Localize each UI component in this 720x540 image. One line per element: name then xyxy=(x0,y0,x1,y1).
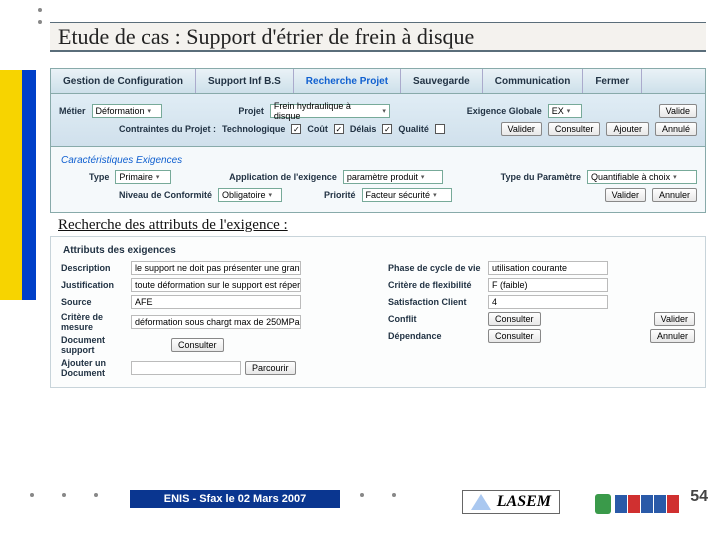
tech-checkbox[interactable]: ✓ xyxy=(291,124,301,134)
source-label: Source xyxy=(61,297,131,307)
subtitle: Recherche des attributs de l'exigence : xyxy=(58,217,706,234)
projet-label: Projet xyxy=(238,106,264,116)
justification-label: Justification xyxy=(61,280,131,290)
tech-label: Technologique xyxy=(222,124,285,134)
toolbar-item-fermer[interactable]: Fermer xyxy=(583,69,642,93)
flex-input[interactable]: F (faible) xyxy=(488,278,608,292)
dependance-consulter-button[interactable]: Consulter xyxy=(488,329,541,343)
conflit-label: Conflit xyxy=(388,314,488,324)
contraintes-label: Contraintes du Projet : xyxy=(119,124,216,134)
projet-panel: Métier Déformation Projet Frein hydrauli… xyxy=(50,94,706,147)
application-label: Application de l'exigence xyxy=(229,172,337,182)
attr-header: Attributs des exigences xyxy=(63,245,695,256)
partner-logos xyxy=(595,494,680,514)
attr-annuler-button[interactable]: Annuler xyxy=(650,329,695,343)
ajouterdoc-label: Ajouter un Document xyxy=(61,358,131,378)
toolbar-item-config[interactable]: Gestion de Configuration xyxy=(51,69,196,93)
conflit-consulter-button[interactable]: Consulter xyxy=(488,312,541,326)
slide-bullets-left xyxy=(38,8,45,32)
qualite-label: Qualité xyxy=(398,124,429,134)
footer-dots-right xyxy=(360,489,424,500)
annule-button[interactable]: Annulé xyxy=(655,122,697,136)
critere-label: Critère de mesure xyxy=(61,312,131,332)
priorite-label: Priorité xyxy=(324,190,356,200)
consulter-button[interactable]: Consulter xyxy=(548,122,601,136)
niveau-label: Niveau de Conformité xyxy=(119,190,212,200)
niveau-select[interactable]: Obligatoire xyxy=(218,188,282,202)
page-number: 54 xyxy=(690,488,708,506)
satisfaction-label: Satisfaction Client xyxy=(388,297,488,307)
parcourir-button[interactable]: Parcourir xyxy=(245,361,296,375)
footer-bar: ENIS - Sfax le 02 Mars 2007 xyxy=(130,490,340,508)
logo-gilco-icon xyxy=(615,495,680,513)
logo-green-icon xyxy=(595,494,611,514)
lasem-logo: LASEM xyxy=(462,490,560,514)
type-label: Type xyxy=(89,172,109,182)
docsupport-label: Document support xyxy=(61,335,131,355)
phase-input[interactable]: utilisation courante xyxy=(488,261,608,275)
type-param-label: Type du Paramètre xyxy=(501,172,581,182)
side-yellow-stripe xyxy=(0,70,22,300)
side-blue-stripe xyxy=(22,70,36,300)
app-screenshot: Gestion de Configuration Support Inf B.S… xyxy=(50,68,706,388)
toolbar-item-sauvegarde[interactable]: Sauvegarde xyxy=(401,69,483,93)
type-select[interactable]: Primaire xyxy=(115,170,171,184)
toolbar-item-support[interactable]: Support Inf B.S xyxy=(196,69,294,93)
carac-panel: Caractéristiques Exigences Type Primaire… xyxy=(50,147,706,213)
application-select[interactable]: paramètre produit xyxy=(343,170,443,184)
source-input[interactable]: AFE xyxy=(131,295,301,309)
priorite-select[interactable]: Facteur sécurité xyxy=(362,188,452,202)
cout-checkbox[interactable]: ✓ xyxy=(334,124,344,134)
description-input[interactable]: le support ne doit pas présenter une gra… xyxy=(131,261,301,275)
attributs-panel: Attributs des exigences Description le s… xyxy=(50,236,706,388)
toolbar-item-communication[interactable]: Communication xyxy=(483,69,584,93)
projet-select[interactable]: Frein hydraulique à disque xyxy=(270,104,390,118)
metier-label: Métier xyxy=(59,106,86,116)
delais-checkbox[interactable]: ✓ xyxy=(382,124,392,134)
cout-label: Coût xyxy=(307,124,328,134)
lasem-text: LASEM xyxy=(497,493,551,511)
ajouter-button[interactable]: Ajouter xyxy=(606,122,649,136)
phase-label: Phase de cycle de vie xyxy=(388,263,488,273)
valide-button[interactable]: Valide xyxy=(659,104,697,118)
exigence-globale-select[interactable]: EX xyxy=(548,104,582,118)
title-bar: Etude de cas : Support d'étrier de frein… xyxy=(50,22,706,52)
valider-button[interactable]: Valider xyxy=(501,122,542,136)
attr-valider-button[interactable]: Valider xyxy=(654,312,695,326)
carac-valider-button[interactable]: Valider xyxy=(605,188,646,202)
app-toolbar: Gestion de Configuration Support Inf B.S… xyxy=(50,68,706,94)
consulter-doc-button[interactable]: Consulter xyxy=(171,338,224,352)
footer-dots-left xyxy=(30,489,126,500)
dependance-label: Dépendance xyxy=(388,331,488,341)
carac-annuler-button[interactable]: Annuler xyxy=(652,188,697,202)
flex-label: Critère de flexibilité xyxy=(388,280,488,290)
carac-header: Caractéristiques Exigences xyxy=(61,155,697,166)
toolbar-item-recherche[interactable]: Recherche Projet xyxy=(294,69,401,93)
justification-input[interactable]: toute déformation sur le support est rép… xyxy=(131,278,301,292)
ajouterdoc-input[interactable] xyxy=(131,361,241,375)
critere-input[interactable]: déformation sous chargt max de 250MPa < … xyxy=(131,315,301,329)
delais-label: Délais xyxy=(350,124,377,134)
exigence-globale-label: Exigence Globale xyxy=(467,106,542,116)
description-label: Description xyxy=(61,263,131,273)
type-param-select[interactable]: Quantifiable à choix xyxy=(587,170,697,184)
qualite-checkbox[interactable] xyxy=(435,124,445,134)
metier-select[interactable]: Déformation xyxy=(92,104,162,118)
satisfaction-input[interactable]: 4 xyxy=(488,295,608,309)
triangle-icon xyxy=(471,494,491,510)
page-title: Etude de cas : Support d'étrier de frein… xyxy=(58,24,474,50)
